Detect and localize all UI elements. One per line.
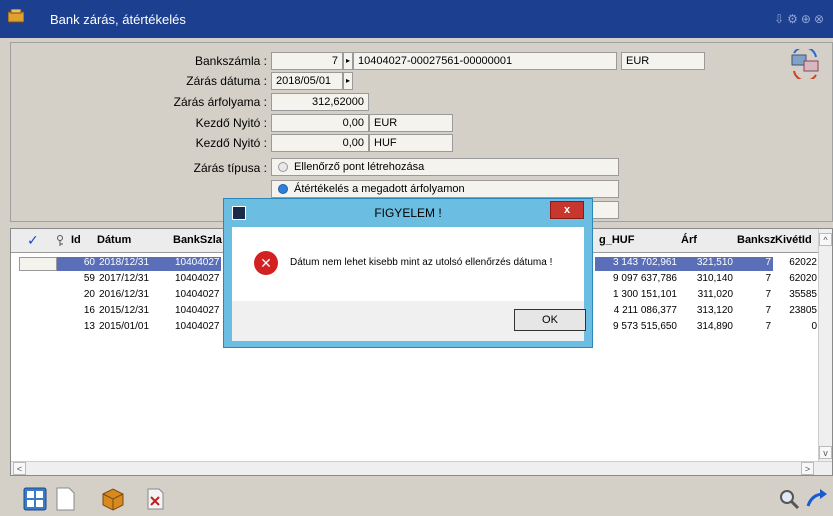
titlebar-controls[interactable]: ⇩⚙⊕⊗ bbox=[774, 12, 827, 26]
zaras-arfolyama-field[interactable]: 312,62000 bbox=[271, 93, 369, 111]
cell-banksz: 7 bbox=[735, 257, 773, 271]
cell-g-huf: 1 300 151,101 bbox=[613, 289, 677, 300]
cell-banksz: 7 bbox=[765, 305, 771, 316]
bankszamla-number-field: 10404027-00027561-00000001 bbox=[353, 52, 617, 70]
col-g-huf[interactable]: g_HUF bbox=[599, 234, 634, 246]
col-bankszla[interactable]: BankSzla bbox=[173, 234, 222, 246]
dialog-title: FIGYELEM ! bbox=[374, 206, 442, 220]
bankszamla-lookup-arrow[interactable]: ▸ bbox=[343, 52, 353, 70]
zaras-datuma-label: Zárás dátuma : bbox=[186, 74, 267, 88]
window-titlebar: Bank zárás, átértékelés ⇩⚙⊕⊗ bbox=[0, 0, 833, 38]
cell-id: 16 bbox=[83, 305, 95, 316]
bankszamla-label: Bankszámla : bbox=[194, 54, 267, 68]
cell-kivetid: 23805 bbox=[789, 305, 817, 316]
cell-datum: 2016/12/31 bbox=[99, 289, 150, 300]
kezdo-nyito-huf-value: 0,00 bbox=[271, 134, 369, 152]
ok-button[interactable]: OK bbox=[514, 309, 586, 331]
col-id[interactable]: Id bbox=[71, 234, 81, 246]
new-document-icon[interactable] bbox=[52, 486, 78, 512]
zaras-tipusa-label: Zárás típusa : bbox=[193, 161, 267, 175]
key-icon bbox=[57, 235, 63, 246]
cell-id: 20 bbox=[83, 289, 95, 300]
app-icon bbox=[8, 9, 24, 23]
option-atertekeles-label: Átértékelés a megadott árfolyamon bbox=[294, 183, 465, 195]
radio-atertekeles[interactable] bbox=[278, 184, 288, 194]
forward-arrow-icon[interactable] bbox=[804, 486, 830, 512]
scroll-down-icon[interactable]: v bbox=[819, 446, 832, 459]
option-ellenorzo-pont-label: Ellenőrző pont létrehozása bbox=[294, 161, 425, 173]
cell-id: 13 bbox=[83, 321, 95, 332]
kezdo-nyito-eur-currency: EUR bbox=[369, 114, 453, 132]
row-selector[interactable] bbox=[19, 257, 57, 271]
col-banksz[interactable]: Banksz bbox=[737, 234, 776, 246]
kezdo-nyito-eur-value: 0,00 bbox=[271, 114, 369, 132]
window-title: Bank zárás, átértékelés bbox=[50, 12, 186, 27]
cell-id: 59 bbox=[83, 273, 95, 284]
cell-kivetid: 62020 bbox=[789, 273, 817, 284]
option-atertekeles[interactable]: Átértékelés a megadott árfolyamon bbox=[271, 180, 619, 198]
date-picker-arrow[interactable]: ▸ bbox=[343, 72, 353, 90]
cell-arf: 321,510 bbox=[679, 257, 735, 271]
cell-g-huf: 9 573 515,650 bbox=[613, 321, 677, 332]
bankszamla-id-field[interactable]: 7 bbox=[271, 52, 343, 70]
scroll-left-icon[interactable]: < bbox=[13, 462, 26, 475]
warning-dialog: FIGYELEM ! x ✕ Dátum nem lehet kisebb mi… bbox=[223, 198, 593, 348]
checkmark-icon[interactable]: ✓ bbox=[27, 232, 39, 249]
dialog-titlebar: FIGYELEM ! x bbox=[224, 199, 592, 227]
currency-field: EUR bbox=[621, 52, 705, 70]
cell-id: 60 bbox=[57, 257, 97, 271]
cell-banksz: 7 bbox=[765, 289, 771, 300]
cell-kivetid: 0 bbox=[811, 321, 817, 332]
search-icon[interactable] bbox=[776, 486, 802, 512]
form-panel: Bankszámla : 7 ▸ 10404027-00027561-00000… bbox=[10, 42, 833, 222]
cell-bankszla: 10404027 bbox=[175, 289, 220, 300]
col-datum[interactable]: Dátum bbox=[97, 234, 131, 246]
kezdo-nyito-eur-label: Kezdő Nyitó : bbox=[195, 116, 267, 130]
option-ellenorzo-pont[interactable]: Ellenőrző pont létrehozása bbox=[271, 158, 619, 176]
col-kivetid[interactable]: KivétId bbox=[775, 234, 812, 246]
cell-g-huf: 9 097 637,786 bbox=[613, 273, 677, 284]
cell-datum: 2017/12/31 bbox=[99, 273, 150, 284]
delete-document-icon[interactable] bbox=[142, 486, 168, 512]
cell-arf: 314,890 bbox=[696, 321, 733, 332]
cell-datum: 2018/12/31 bbox=[97, 257, 173, 271]
radio-ellenorzo-pont[interactable] bbox=[278, 162, 288, 172]
cell-datum: 2015/12/31 bbox=[99, 305, 150, 316]
cell-arf: 313,120 bbox=[696, 305, 733, 316]
cell-g-huf: 3 143 702,961 bbox=[595, 257, 679, 271]
cell-g-huf: 4 211 086,377 bbox=[613, 305, 677, 316]
close-icon[interactable]: x bbox=[550, 201, 584, 219]
package-icon[interactable] bbox=[100, 486, 126, 512]
scroll-right-icon[interactable]: > bbox=[801, 462, 814, 475]
scroll-up-icon[interactable]: ^ bbox=[819, 233, 832, 246]
vertical-scrollbar[interactable]: ^ v bbox=[818, 229, 832, 475]
cell-bankszla: 10404027 bbox=[175, 273, 220, 284]
cell-kivetid: 35585 bbox=[789, 289, 817, 300]
cell-bankszla: 10404027 bbox=[175, 321, 220, 332]
calculator-icon[interactable] bbox=[22, 486, 48, 512]
cell-bankszla: 10404027 bbox=[175, 305, 220, 316]
bottom-toolbar bbox=[0, 480, 833, 516]
cell-arf: 310,140 bbox=[696, 273, 733, 284]
cell-kivetid: 62022 bbox=[789, 257, 817, 268]
kezdo-nyito-huf-label: Kezdő Nyitó : bbox=[195, 136, 267, 150]
zaras-arfolyama-label: Zárás árfolyama : bbox=[173, 95, 267, 109]
error-icon: ✕ bbox=[254, 251, 278, 275]
zaras-datuma-field[interactable]: 2018/05/01 bbox=[271, 72, 343, 90]
horizontal-scrollbar[interactable]: < > bbox=[11, 461, 832, 475]
cell-arf: 311,020 bbox=[697, 289, 733, 300]
cell-banksz: 7 bbox=[765, 321, 771, 332]
cell-datum: 2015/01/01 bbox=[99, 321, 150, 332]
cell-banksz: 7 bbox=[765, 273, 771, 284]
col-arf[interactable]: Árf bbox=[681, 234, 697, 246]
dialog-body: ✕ Dátum nem lehet kisebb mint az utolsó … bbox=[232, 227, 584, 301]
kezdo-nyito-huf-currency: HUF bbox=[369, 134, 453, 152]
dialog-message: Dátum nem lehet kisebb mint az utolsó el… bbox=[290, 257, 553, 268]
sync-currency-icon[interactable] bbox=[788, 49, 822, 79]
cell-bankszla: 10404027 bbox=[173, 257, 221, 271]
